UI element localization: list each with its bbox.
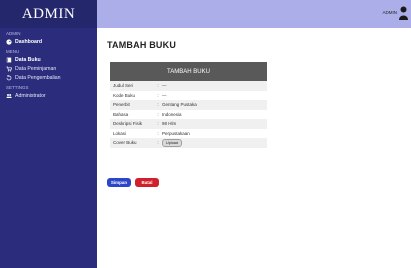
book-icon bbox=[6, 57, 12, 63]
form-row: Deskripsi Fisik:98 Hlm bbox=[110, 119, 267, 129]
form-colon: : bbox=[157, 102, 159, 108]
brand-logo[interactable]: ADMIN bbox=[0, 0, 97, 28]
form-colon: : bbox=[157, 92, 159, 98]
form-label: Penerbit bbox=[113, 102, 130, 108]
sidebar: ADMIN ADMIN Dashboard MENU Data Buku Data Pe… bbox=[0, 0, 97, 268]
page-title: TAMBAH BUKU bbox=[107, 40, 177, 50]
cancel-button[interactable]: Batal bbox=[135, 178, 159, 187]
sidebar-section-label: ADMIN bbox=[6, 31, 21, 36]
form-label: Lokasi bbox=[113, 130, 127, 136]
form-header: TAMBAH BUKU bbox=[110, 62, 267, 81]
cart-icon bbox=[6, 66, 12, 72]
save-button[interactable]: Simpan bbox=[107, 178, 131, 187]
sidebar-item-label: Data Pengembalian bbox=[15, 74, 61, 81]
upload-button[interactable]: Upload bbox=[162, 138, 183, 147]
form-label: Deskripsi Fisik bbox=[113, 121, 143, 127]
topbar: ADMIN bbox=[97, 0, 411, 28]
return-icon bbox=[6, 74, 12, 81]
form-field[interactable]: Gentang Pustaka bbox=[162, 102, 267, 107]
form-row: Kode Buku: — bbox=[110, 90, 267, 100]
form-row: Lokasi: Perpustakaan bbox=[110, 128, 267, 138]
form-field[interactable]: — bbox=[162, 83, 267, 88]
form-label: Cover Buku bbox=[113, 140, 137, 146]
form-row: Judul Seri: — bbox=[110, 81, 267, 91]
form-colon: : bbox=[157, 140, 159, 146]
form-field[interactable]: Indonesia bbox=[162, 112, 267, 117]
sidebar-item-data-pengembalian[interactable]: Data Pengembalian bbox=[0, 73, 97, 82]
sidebar-item-data-buku[interactable]: Data Buku bbox=[0, 55, 97, 64]
sidebar-section-label: SETTINGS bbox=[6, 85, 29, 90]
dashboard-icon bbox=[6, 38, 12, 45]
sidebar-menu: ADMIN Dashboard MENU Data Buku Data Peminjam… bbox=[0, 28, 97, 100]
form-field[interactable]: — bbox=[162, 93, 267, 98]
main-content: TAMBAH BUKU TAMBAH BUKU Judul Seri: — Kode… bbox=[97, 28, 411, 268]
form-colon: : bbox=[157, 111, 159, 117]
form-row: Bahasa: Indonesia bbox=[110, 109, 267, 119]
sidebar-item-dashboard[interactable]: Dashboard bbox=[0, 37, 97, 46]
sidebar-item-label: Data Buku bbox=[15, 56, 41, 63]
form-field[interactable]: Perpustakaan bbox=[162, 131, 267, 136]
add-book-form: TAMBAH BUKU Judul Seri: — Kode Buku: — Pener… bbox=[110, 62, 267, 148]
form-label: Kode Buku bbox=[113, 92, 136, 98]
form-row: Penerbit: Gentang Pustaka bbox=[110, 100, 267, 110]
form-rows: Judul Seri: — Kode Buku: — Penerbit: Gentang … bbox=[110, 81, 267, 148]
user-name[interactable]: ADMIN bbox=[383, 10, 398, 15]
form-colon: : bbox=[157, 121, 159, 127]
users-icon bbox=[6, 93, 12, 99]
sidebar-item-data-peminjaman[interactable]: Data Peminjaman bbox=[0, 64, 97, 73]
sidebar-item-label: Dashboard bbox=[15, 38, 43, 45]
sidebar-item-administrator[interactable]: Administrator bbox=[0, 91, 97, 100]
form-field[interactable]: 98 Hlm bbox=[162, 121, 267, 126]
form-colon: : bbox=[157, 130, 159, 136]
sidebar-item-label: Data Peminjaman bbox=[15, 65, 57, 72]
user-icon[interactable] bbox=[399, 6, 408, 20]
form-field[interactable]: Upload bbox=[162, 138, 267, 147]
form-label: Bahasa bbox=[113, 111, 129, 117]
sidebar-item-label: Administrator bbox=[15, 92, 46, 99]
sidebar-section-label: MENU bbox=[6, 49, 20, 54]
form-colon: : bbox=[157, 83, 159, 89]
form-row: Cover Buku: Upload bbox=[110, 138, 267, 148]
form-label: Judul Seri bbox=[113, 83, 134, 89]
